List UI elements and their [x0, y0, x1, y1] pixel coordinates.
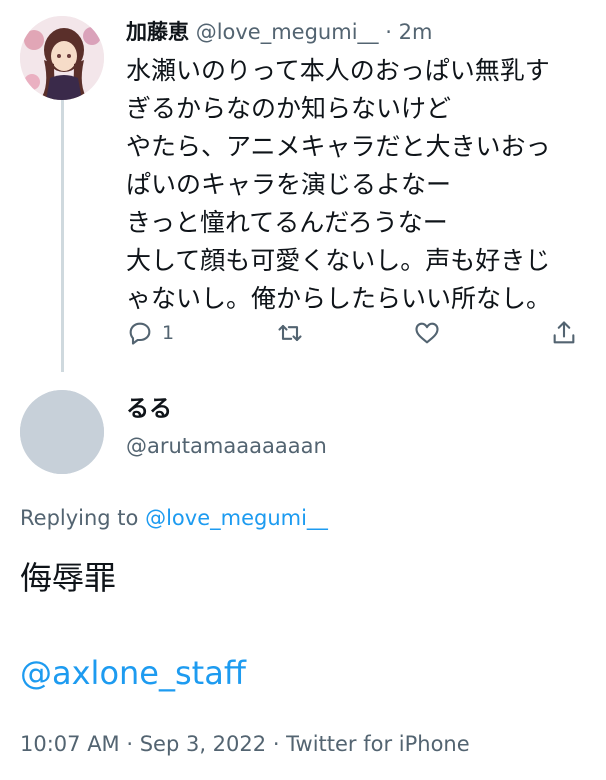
- tweet-text-line: 水瀬いのりって本人のおっぱい無乳す: [126, 56, 550, 85]
- original-author-avatar[interactable]: [20, 16, 104, 100]
- tweet-action-bar: 1: [126, 316, 586, 350]
- heart-icon: [415, 322, 439, 344]
- anime-girl-avatar-icon: [20, 16, 104, 100]
- replying-to-mention[interactable]: @love_megumi__: [145, 506, 328, 530]
- original-display-name[interactable]: 加藤恵: [126, 20, 189, 44]
- reply-display-name[interactable]: るる: [126, 394, 172, 424]
- tweet-source[interactable]: Twitter for iPhone: [286, 732, 470, 756]
- original-timestamp[interactable]: 2m: [399, 20, 433, 44]
- reply-icon: [129, 322, 151, 345]
- reply-button[interactable]: 1: [126, 316, 174, 350]
- reply-tweet-text: 侮辱罪: [20, 559, 117, 597]
- header-separator: ·: [385, 20, 392, 44]
- tweet-text-line: 大して顔も可愛くないし。声も好きじ: [126, 246, 551, 275]
- tweet-text-line: やたら、アニメキャラだと大きいおっ: [126, 132, 551, 161]
- tweet-metadata: 10:07 AM · Sep 3, 2022 · Twitter for iPh…: [20, 730, 470, 758]
- tweet-date[interactable]: Sep 3, 2022: [140, 732, 266, 756]
- tweet-text-line: きっと憧れてるんだろうなー: [126, 208, 448, 237]
- share-icon: [553, 321, 575, 344]
- replying-to-context: Replying to @love_megumi__: [20, 504, 328, 532]
- replying-to-label: Replying to: [20, 506, 146, 530]
- original-handle[interactable]: @love_megumi__: [196, 20, 379, 44]
- like-button[interactable]: [413, 316, 441, 350]
- reply-count: 1: [162, 322, 175, 344]
- meta-separator: ·: [266, 732, 287, 756]
- reply-handle[interactable]: @arutamaaaaaaan: [126, 432, 327, 460]
- tweet-text-line: ゃないし。俺からしたらいい所なし。: [126, 284, 552, 313]
- thread-connector-line: [61, 100, 64, 372]
- tweet-text-line: ぱいのキャラを演じるよなー: [126, 170, 452, 199]
- retweet-icon: [278, 324, 302, 342]
- tweet-time[interactable]: 10:07 AM: [20, 732, 120, 756]
- meta-separator: ·: [119, 732, 140, 756]
- mention-link[interactable]: @axlone_staff: [20, 651, 246, 695]
- reply-author-avatar[interactable]: [20, 390, 104, 474]
- tweet-text-line: ぎるからなのか知らないけど: [126, 94, 452, 123]
- original-tweet-header: 加藤恵 @love_megumi__ · 2m: [126, 18, 432, 46]
- share-button[interactable]: [550, 316, 578, 350]
- original-tweet-text: 水瀬いのりって本人のおっぱい無乳す ぎるからなのか知らないけど やたら、アニメキ…: [126, 52, 591, 318]
- retweet-button[interactable]: [276, 316, 304, 350]
- default-avatar-icon: [20, 390, 104, 474]
